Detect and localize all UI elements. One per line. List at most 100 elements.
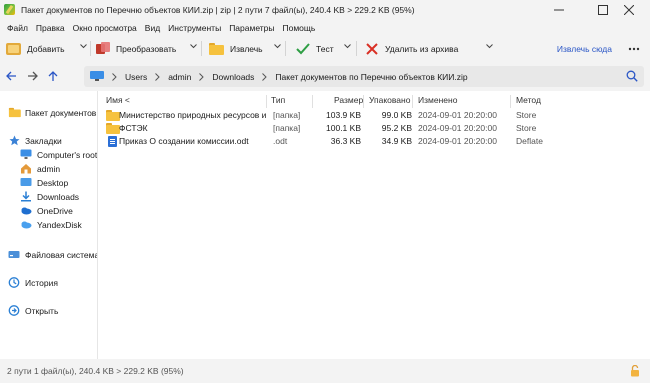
convert-button[interactable]: Преобразовать xyxy=(95,39,176,58)
file-name: Министерство природных ресурсов и эколог… xyxy=(119,110,267,120)
sidebar-label: Desktop xyxy=(37,177,69,188)
breadcrumb-downloads[interactable]: Downloads xyxy=(212,72,254,82)
file-method: Deflate xyxy=(516,136,543,146)
column-header-size[interactable]: Размер xyxy=(334,95,363,108)
extract-here-button[interactable]: Извлечь сюда xyxy=(557,39,612,58)
app-logo-icon xyxy=(4,4,15,15)
file-method: Store xyxy=(516,123,537,133)
file-size: 100.1 KB xyxy=(326,123,361,133)
test-button[interactable]: Тест xyxy=(295,39,334,58)
more-options-button[interactable] xyxy=(626,39,642,58)
column-header-modified[interactable]: Изменено xyxy=(418,95,457,108)
table-row[interactable]: Приказ О создании комиссии.odt .odt 36.3… xyxy=(98,135,650,148)
menu-edit[interactable]: Правка xyxy=(32,23,69,33)
cloud-icon xyxy=(20,219,32,230)
sidebar-item-history[interactable]: История xyxy=(8,276,97,289)
sidebar-item-onedrive[interactable]: OneDrive xyxy=(20,204,97,217)
search-icon[interactable] xyxy=(626,70,638,82)
sidebar-item-downloads[interactable]: Downloads xyxy=(20,190,97,203)
close-button[interactable] xyxy=(608,0,650,19)
sidebar-item-computers-root[interactable]: Computer's root xyxy=(20,148,97,161)
file-name: Приказ О создании комиссии.odt xyxy=(119,136,249,146)
sidebar-item-yandexdisk[interactable]: YandexDisk xyxy=(20,218,97,231)
status-text: 2 пути 1 файл(ы), 240.4 KB > 229.2 KB (9… xyxy=(7,366,184,376)
column-divider[interactable] xyxy=(412,95,413,108)
column-header-method[interactable]: Метод xyxy=(516,95,541,108)
sidebar-item-admin[interactable]: admin xyxy=(20,162,97,175)
sidebar-item-open[interactable]: Открыть xyxy=(8,304,97,317)
menu-view[interactable]: Вид xyxy=(141,23,164,33)
menu-view-window[interactable]: Окно просмотра xyxy=(69,23,141,33)
extract-folder-icon xyxy=(209,42,225,56)
file-list: Имя < Тип Размер Упаковано Изменено Мето… xyxy=(98,91,650,359)
breadcrumb-archive[interactable]: Пакет документов по Перечню объектов КИИ… xyxy=(275,72,467,82)
menu-help[interactable]: Помощь xyxy=(279,23,320,33)
column-header-packed[interactable]: Упаковано xyxy=(369,95,410,108)
convert-icon xyxy=(95,41,111,56)
column-divider[interactable] xyxy=(266,95,267,108)
up-button[interactable] xyxy=(45,68,61,84)
sidebar: Пакет документов по Перечню объектов КИИ… xyxy=(0,91,97,359)
delete-x-icon xyxy=(366,42,378,55)
menu-tools[interactable]: Инструменты xyxy=(164,23,225,33)
table-row[interactable]: Министерство природных ресурсов и эколог… xyxy=(98,109,650,122)
chevron-down-icon[interactable] xyxy=(274,44,281,49)
file-packed: 99.0 KB xyxy=(381,110,412,120)
sidebar-item-filesystem[interactable]: Файловая система xyxy=(8,248,97,261)
column-header-type[interactable]: Тип xyxy=(271,95,285,108)
menu-file[interactable]: Файл xyxy=(3,23,32,33)
file-size: 36.3 KB xyxy=(330,136,361,146)
extract-button[interactable]: Извлечь xyxy=(209,39,263,58)
cloud-icon xyxy=(20,205,32,216)
file-modified: 2024-09-01 20:20:00 xyxy=(418,110,497,120)
column-header-name[interactable]: Имя < xyxy=(106,95,130,108)
toolbar-divider xyxy=(201,41,202,56)
table-row[interactable]: ФСТЭК [папка] 100.1 KB 95.2 KB 2024-09-0… xyxy=(98,122,650,135)
file-packed: 34.9 KB xyxy=(381,136,412,146)
menu-options[interactable]: Параметры xyxy=(225,23,278,33)
sidebar-label: Пакет документов по Перечню объектов КИИ… xyxy=(25,107,97,118)
add-archive-icon xyxy=(6,42,22,56)
minimize-button[interactable] xyxy=(538,0,580,19)
history-icon xyxy=(8,277,20,288)
file-type: [папка] xyxy=(273,110,301,120)
breadcrumb-users[interactable]: Users xyxy=(125,72,147,82)
convert-label: Преобразовать xyxy=(116,43,177,54)
file-method: Store xyxy=(516,110,537,120)
sidebar-item-current-archive[interactable]: Пакет документов по Перечню объектов КИИ… xyxy=(8,106,97,119)
breadcrumb-separator xyxy=(199,72,205,81)
sidebar-item-desktop[interactable]: Desktop xyxy=(20,176,97,189)
chevron-down-icon[interactable] xyxy=(80,44,87,49)
checkmark-icon xyxy=(296,42,310,54)
monitor-icon xyxy=(20,149,32,160)
file-size: 103.9 KB xyxy=(326,110,361,120)
status-bar: 2 пути 1 файл(ы), 240.4 KB > 229.2 KB (9… xyxy=(0,359,650,383)
chevron-down-icon[interactable] xyxy=(344,44,351,49)
title-bar: Пакет документов по Перечню объектов КИИ… xyxy=(0,0,650,19)
column-divider[interactable] xyxy=(312,95,313,108)
column-divider[interactable] xyxy=(363,95,364,108)
breadcrumb-admin[interactable]: admin xyxy=(168,72,191,82)
file-modified: 2024-09-01 20:20:00 xyxy=(418,123,497,133)
star-icon xyxy=(8,135,20,146)
add-button[interactable]: Добавить xyxy=(6,39,65,58)
chevron-down-icon[interactable] xyxy=(486,44,493,49)
file-modified: 2024-09-01 20:20:00 xyxy=(418,136,497,146)
test-label: Тест xyxy=(316,43,334,54)
sidebar-item-bookmarks[interactable]: Закладки xyxy=(8,134,97,147)
computer-icon xyxy=(90,71,104,82)
delete-from-archive-button[interactable]: Удалить из архива xyxy=(364,39,458,58)
document-icon xyxy=(108,136,117,147)
lock-open-icon[interactable] xyxy=(630,365,640,377)
file-type: .odt xyxy=(273,136,288,146)
back-button[interactable] xyxy=(3,68,19,84)
folder-icon xyxy=(8,107,21,118)
arrow-up-icon xyxy=(48,70,58,81)
maximize-icon xyxy=(598,4,608,15)
chevron-down-icon[interactable] xyxy=(190,44,197,49)
toolbar-divider xyxy=(356,41,357,56)
column-divider[interactable] xyxy=(510,95,511,108)
sidebar-label: Файловая система xyxy=(25,249,97,260)
forward-button[interactable] xyxy=(24,68,40,84)
address-bar[interactable]: Users admin Downloads Пакет документов п… xyxy=(84,66,644,87)
